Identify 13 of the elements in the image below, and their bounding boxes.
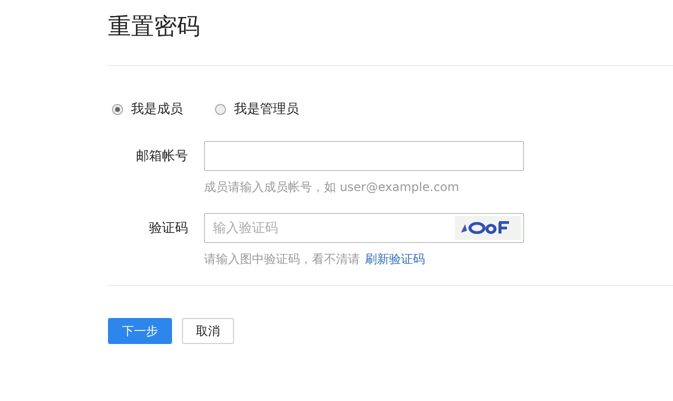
hint-text: 请输入图中验证码，看不清请 [204, 252, 360, 266]
refresh-captcha-link[interactable]: 刷新验证码 [365, 252, 425, 266]
next-button[interactable]: 下一步 [108, 318, 172, 344]
radio-label[interactable]: 我是成员 [131, 100, 183, 118]
radio-button[interactable] [215, 104, 226, 114]
hint-text: 成员请输入成员帐号，如 user@example.com [204, 180, 460, 194]
cancel-button[interactable]: 取消 [182, 318, 234, 344]
email-field[interactable] [204, 141, 524, 171]
field-label: 邮箱帐号 [135, 148, 188, 165]
page-title: 重置密码 [108, 13, 201, 42]
radio-button[interactable] [112, 104, 123, 114]
field-label: 验证码 [148, 220, 188, 237]
radio-label[interactable]: 我是管理员 [234, 100, 299, 118]
